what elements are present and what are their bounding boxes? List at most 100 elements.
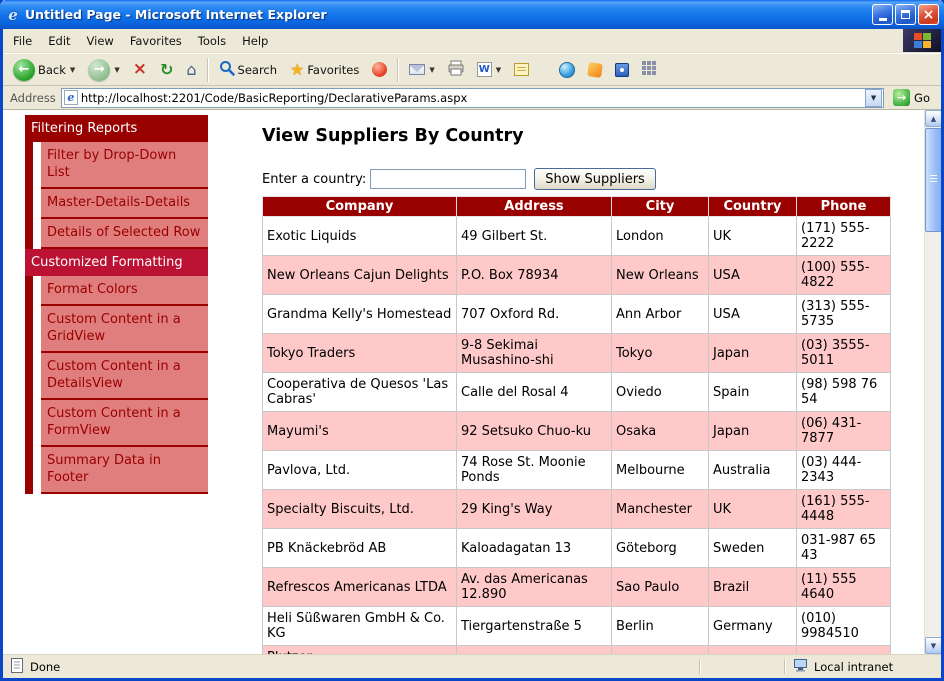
window-title: Untitled Page - Microsoft Internet Explo… xyxy=(25,7,868,22)
table-cell: (11) 555 4640 xyxy=(797,568,891,607)
research-button[interactable] xyxy=(609,56,635,84)
minimize-button[interactable] xyxy=(872,4,893,25)
print-button[interactable] xyxy=(442,56,470,84)
links-grid-icon xyxy=(642,60,656,79)
scroll-thumb[interactable] xyxy=(925,128,941,232)
table-cell: Grandma Kelly's Homestead xyxy=(263,295,457,334)
vertical-scrollbar[interactable]: ▲ ▼ xyxy=(924,110,941,654)
favorites-button[interactable]: ★ Favorites xyxy=(284,56,365,84)
table-cell: Bogenallee 51 xyxy=(457,646,612,655)
menu-item-edit[interactable]: Edit xyxy=(40,30,78,52)
address-label: Address xyxy=(6,91,56,105)
menu-item-help[interactable]: Help xyxy=(234,30,276,52)
show-suppliers-button[interactable]: Show Suppliers xyxy=(534,168,656,190)
stop-icon: × xyxy=(133,61,147,78)
media-icon xyxy=(372,62,387,77)
sidebar-item[interactable]: Custom Content in a GridView xyxy=(41,306,208,353)
forward-button[interactable]: → ▼ xyxy=(82,56,125,84)
sidebar-nav: Filtering ReportsFilter by Drop-Down Lis… xyxy=(25,115,208,494)
country-prompt: Enter a country: xyxy=(262,172,366,187)
menu-item-file[interactable]: File xyxy=(5,30,40,52)
mail-dropdown-icon: ▼ xyxy=(429,66,434,74)
table-cell: 92 Setsuko Chuo-ku xyxy=(457,412,612,451)
sidebar-item[interactable]: Custom Content in a DetailsView xyxy=(41,353,208,400)
sidebar-item[interactable]: Filter by Drop-Down List xyxy=(41,142,208,189)
menu-bar: FileEditViewFavoritesToolsHelp xyxy=(3,29,941,53)
address-dropdown-button[interactable]: ▼ xyxy=(865,89,882,107)
maximize-button[interactable] xyxy=(895,4,916,25)
table-cell: 9-8 Sekimai Musashino-shi xyxy=(457,334,612,373)
table-row: Specialty Biscuits, Ltd.29 King's WayMan… xyxy=(263,490,891,529)
favorites-label: Favorites xyxy=(307,63,359,77)
search-icon xyxy=(219,60,235,80)
table-row: PB Knäckebröd ABKaloadagatan 13GöteborgS… xyxy=(263,529,891,568)
world-icon xyxy=(559,62,575,78)
table-cell: (06) 431-7877 xyxy=(797,412,891,451)
column-header: Phone xyxy=(797,197,891,217)
links-button[interactable] xyxy=(636,56,662,84)
messenger-button[interactable] xyxy=(582,56,608,84)
sidebar-item[interactable]: Custom Content in a FormView xyxy=(41,400,208,447)
edit-button[interactable]: W ▼ xyxy=(471,56,507,84)
table-cell: (010) 9984510 xyxy=(797,607,891,646)
back-button[interactable]: ← Back ▼ xyxy=(7,56,81,84)
stop-button[interactable]: × xyxy=(127,56,153,84)
sidebar-item[interactable]: Details of Selected Row xyxy=(41,219,208,249)
menu-item-tools[interactable]: Tools xyxy=(190,30,234,52)
sidebar-section-title[interactable]: Filtering Reports xyxy=(25,115,208,142)
table-row: Tokyo Traders9-8 Sekimai Musashino-shiTo… xyxy=(263,334,891,373)
page-icon: e xyxy=(64,90,78,105)
table-cell: Calle del Rosal 4 xyxy=(457,373,612,412)
go-button[interactable]: → Go xyxy=(889,89,938,106)
back-icon: ← xyxy=(13,59,35,81)
column-header: Company xyxy=(263,197,457,217)
table-cell: Göteborg xyxy=(612,529,709,568)
column-header: Address xyxy=(457,197,612,217)
scroll-up-button[interactable]: ▲ xyxy=(925,110,941,127)
sidebar-item[interactable]: Format Colors xyxy=(41,276,208,306)
url-input[interactable] xyxy=(81,91,862,105)
search-button[interactable]: Search xyxy=(213,56,284,84)
table-cell: (100) 555-4822 xyxy=(797,256,891,295)
refresh-button[interactable]: ↻ xyxy=(154,56,179,84)
status-message: Done xyxy=(7,658,699,676)
table-cell: PB Knäckebröd AB xyxy=(263,529,457,568)
table-row: Exotic Liquids49 Gilbert St.LondonUK(171… xyxy=(263,217,891,256)
world-button[interactable] xyxy=(553,56,581,84)
address-field[interactable]: e ▼ xyxy=(61,88,884,108)
table-header-row: CompanyAddressCityCountryPhone xyxy=(263,197,891,217)
back-dropdown-icon: ▼ xyxy=(70,66,75,74)
table-row: Cooperativa de Quesos 'Las Cabras'Calle … xyxy=(263,373,891,412)
menu-item-favorites[interactable]: Favorites xyxy=(122,30,190,52)
table-cell: Japan xyxy=(709,412,797,451)
browser-window: e Untitled Page - Microsoft Internet Exp… xyxy=(3,0,941,678)
sidebar-section-title[interactable]: Customized Formatting xyxy=(25,249,208,276)
home-button[interactable]: ⌂ xyxy=(180,56,202,84)
column-header: Country xyxy=(709,197,797,217)
back-label: Back xyxy=(38,63,66,77)
table-cell: (161) 555-4448 xyxy=(797,490,891,529)
search-label: Search xyxy=(238,63,278,77)
table-cell: (98) 598 76 54 xyxy=(797,373,891,412)
country-input[interactable] xyxy=(370,169,526,189)
table-cell: Cooperativa de Quesos 'Las Cabras' xyxy=(263,373,457,412)
discuss-button[interactable] xyxy=(508,56,535,84)
sidebar-item[interactable]: Summary Data in Footer xyxy=(41,447,208,494)
page-title: View Suppliers By Country xyxy=(262,126,890,146)
scroll-down-button[interactable]: ▼ xyxy=(925,637,941,654)
table-cell: Japan xyxy=(709,334,797,373)
table-cell: Tiergartenstraße 5 xyxy=(457,607,612,646)
table-cell: USA xyxy=(709,256,797,295)
close-button[interactable]: × xyxy=(918,4,939,25)
research-icon xyxy=(615,63,629,77)
menu-item-view[interactable]: View xyxy=(79,30,122,52)
mail-button[interactable]: ▼ xyxy=(403,56,440,84)
table-cell: Melbourne xyxy=(612,451,709,490)
media-button[interactable] xyxy=(366,56,393,84)
table-cell: Av. das Americanas 12.890 xyxy=(457,568,612,607)
table-cell: Refrescos Americanas LTDA xyxy=(263,568,457,607)
page-done-icon xyxy=(11,658,24,676)
table-cell: Tokyo xyxy=(612,334,709,373)
sidebar-item[interactable]: Master-Details-Details xyxy=(41,189,208,219)
table-cell: Oviedo xyxy=(612,373,709,412)
